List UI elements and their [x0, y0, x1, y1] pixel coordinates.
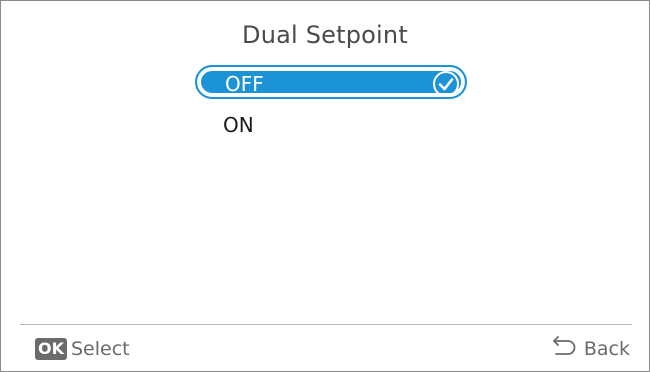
back-arrow-icon	[550, 336, 584, 362]
option-label: ON	[223, 113, 254, 137]
select-hint[interactable]: OK Select	[35, 336, 130, 362]
back-button[interactable]: Back	[550, 336, 630, 362]
back-label: Back	[583, 338, 630, 360]
settings-screen: Dual Setpoint OFF ON OK Select Back	[0, 0, 650, 372]
option-off[interactable]: OFF	[195, 65, 467, 99]
check-circle-icon	[433, 71, 459, 97]
footer-divider	[20, 324, 632, 325]
select-label: Select	[71, 338, 130, 360]
option-list: OFF ON	[195, 65, 467, 151]
page-title: Dual Setpoint	[242, 21, 408, 49]
option-on[interactable]: ON	[195, 108, 467, 142]
option-label: OFF	[225, 72, 264, 96]
ok-key-badge: OK	[35, 338, 67, 360]
